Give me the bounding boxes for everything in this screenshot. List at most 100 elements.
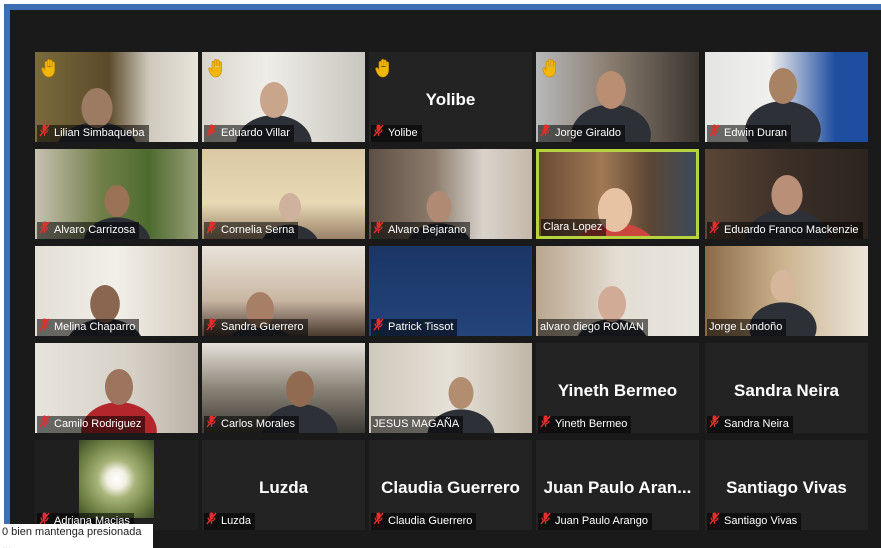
participant-tile[interactable]: Juan Paulo Aran... Juan Paulo Arango bbox=[536, 440, 699, 530]
participant-tile[interactable]: JESUS MAGAÑA bbox=[369, 343, 532, 433]
participant-name: Jorge Londoño bbox=[709, 321, 783, 333]
participant-name-label: Camilo Rodriguez bbox=[37, 415, 146, 433]
participant-tile[interactable]: Yineth Bermeo Yineth Bermeo bbox=[536, 343, 699, 433]
muted-mic-icon bbox=[373, 124, 388, 142]
tooltip-line-1: 0 bien mantenga presionada bbox=[2, 526, 142, 538]
participant-name: Edwin Duran bbox=[724, 127, 787, 139]
muted-mic-icon bbox=[39, 124, 54, 142]
participant-tile[interactable]: Eduardo Villar bbox=[202, 52, 365, 142]
video-feed bbox=[79, 440, 154, 518]
head bbox=[448, 377, 474, 409]
participant-tile[interactable]: Claudia Guerrero Claudia Guerrero bbox=[369, 440, 532, 530]
muted-mic-icon bbox=[373, 318, 388, 336]
participant-tile[interactable]: Carlos Morales bbox=[202, 343, 365, 433]
participant-display-name: Yolibe bbox=[425, 90, 476, 109]
muted-mic-icon bbox=[540, 124, 555, 142]
muted-mic-icon bbox=[540, 512, 555, 530]
participant-name-label: Eduardo Villar bbox=[204, 124, 294, 142]
tooltip-line-2: ... bbox=[2, 540, 12, 548]
muted-mic-icon bbox=[540, 415, 555, 433]
muted-mic-icon bbox=[206, 512, 221, 530]
participant-name: Eduardo Villar bbox=[221, 127, 290, 139]
head bbox=[259, 82, 289, 118]
participant-tile[interactable]: Santiago Vivas Santiago Vivas bbox=[705, 440, 868, 530]
head bbox=[279, 193, 301, 221]
muted-mic-icon bbox=[206, 415, 221, 433]
participant-name: Jorge Giraldo bbox=[555, 127, 622, 139]
head bbox=[426, 191, 452, 223]
participant-name-label: Alvaro Carrizosa bbox=[37, 221, 140, 239]
participant-name: Camilo Rodriguez bbox=[54, 418, 142, 430]
participant-tile[interactable]: Luzda Luzda bbox=[202, 440, 365, 530]
participant-name: Clara Lopez bbox=[543, 221, 603, 233]
head bbox=[771, 175, 803, 215]
muted-mic-icon bbox=[39, 415, 54, 433]
participant-name: Sandra Neira bbox=[724, 418, 789, 430]
participant-tile[interactable]: Sandra Guerrero bbox=[202, 246, 365, 336]
participant-name: Melina Chaparro bbox=[54, 321, 136, 333]
participant-name-label: Sandra Guerrero bbox=[204, 318, 308, 336]
participant-name: Alvaro Carrizosa bbox=[54, 224, 136, 236]
participant-display-name: Yineth Bermeo bbox=[557, 381, 678, 400]
participant-name: alvaro diego ROMAN bbox=[540, 321, 644, 333]
head bbox=[90, 285, 120, 323]
participant-tile[interactable]: Jorge Londoño bbox=[705, 246, 868, 336]
participant-tile[interactable]: Camilo Rodriguez bbox=[35, 343, 198, 433]
participant-tile[interactable]: Melina Chaparro bbox=[35, 246, 198, 336]
muted-mic-icon bbox=[373, 512, 388, 530]
participant-tile[interactable]: alvaro diego ROMAN bbox=[536, 246, 699, 336]
participant-name-label: Juan Paulo Arango bbox=[538, 512, 652, 530]
tooltip: 0 bien mantenga presionada ... bbox=[0, 524, 153, 548]
participant-tile[interactable]: Eduardo Franco Mackenzie bbox=[705, 149, 868, 239]
head bbox=[770, 270, 796, 302]
participant-tile[interactable]: Lilian Simbaqueba bbox=[35, 52, 198, 142]
raised-hand-icon bbox=[375, 58, 393, 78]
participant-tile[interactable]: Edwin Duran bbox=[705, 52, 868, 142]
participant-name-label: Edwin Duran bbox=[707, 124, 791, 142]
participant-tile[interactable]: Jorge Giraldo bbox=[536, 52, 699, 142]
muted-mic-icon bbox=[709, 124, 724, 142]
muted-mic-icon bbox=[373, 221, 388, 239]
participant-name: Carlos Morales bbox=[221, 418, 295, 430]
head bbox=[104, 369, 134, 405]
raised-hand-icon bbox=[542, 58, 560, 78]
participant-name-label: Eduardo Franco Mackenzie bbox=[707, 221, 863, 239]
participant-name: Santiago Vivas bbox=[724, 515, 798, 527]
participant-display-name: Luzda bbox=[258, 478, 309, 497]
head bbox=[597, 286, 627, 322]
participant-tile[interactable]: Clara Lopez bbox=[536, 149, 699, 239]
participant-name-label: Clara Lopez bbox=[541, 219, 607, 236]
muted-mic-icon bbox=[206, 318, 221, 336]
gallery-view: Lilian Simbaqueba Eduardo Villar Yolibe Yol… bbox=[10, 10, 881, 548]
head bbox=[104, 185, 130, 217]
head bbox=[768, 68, 798, 104]
raised-hand-icon bbox=[41, 58, 59, 78]
participant-name: Yolibe bbox=[388, 127, 418, 139]
head bbox=[596, 71, 626, 109]
participant-tile[interactable]: Patrick Tissot bbox=[369, 246, 532, 336]
participant-tile[interactable]: Adriana Macias bbox=[35, 440, 198, 530]
participant-name-label: alvaro diego ROMAN bbox=[538, 319, 648, 336]
participant-name-label: Melina Chaparro bbox=[37, 318, 140, 336]
participant-display-name: Claudia Guerrero bbox=[381, 478, 520, 497]
participant-tile[interactable]: Alvaro Carrizosa bbox=[35, 149, 198, 239]
participant-name: Juan Paulo Arango bbox=[555, 515, 648, 527]
muted-mic-icon bbox=[206, 124, 221, 142]
participant-display-name: Sandra Neira bbox=[734, 381, 839, 400]
participant-name-label: Jorge Giraldo bbox=[538, 124, 626, 142]
participant-name-label: Lilian Simbaqueba bbox=[37, 124, 149, 142]
participant-name: Yineth Bermeo bbox=[555, 418, 628, 430]
participant-name: JESUS MAGAÑA bbox=[373, 418, 460, 430]
participant-name: Alvaro Bejarano bbox=[388, 224, 467, 236]
participant-name: Sandra Guerrero bbox=[221, 321, 304, 333]
participant-tile[interactable]: Sandra Neira Sandra Neira bbox=[705, 343, 868, 433]
participant-name-label: Alvaro Bejarano bbox=[371, 221, 471, 239]
participant-tile[interactable]: Yolibe Yolibe bbox=[369, 52, 532, 142]
participant-tile[interactable]: Alvaro Bejarano bbox=[369, 149, 532, 239]
participant-name-label: Santiago Vivas bbox=[707, 512, 802, 530]
participant-tile[interactable]: Cornelia Serna bbox=[202, 149, 365, 239]
participant-name-label: Yineth Bermeo bbox=[538, 415, 632, 433]
participant-name-label: Cornelia Serna bbox=[204, 221, 299, 239]
muted-mic-icon bbox=[709, 512, 724, 530]
participant-name-label: Yolibe bbox=[371, 124, 422, 142]
